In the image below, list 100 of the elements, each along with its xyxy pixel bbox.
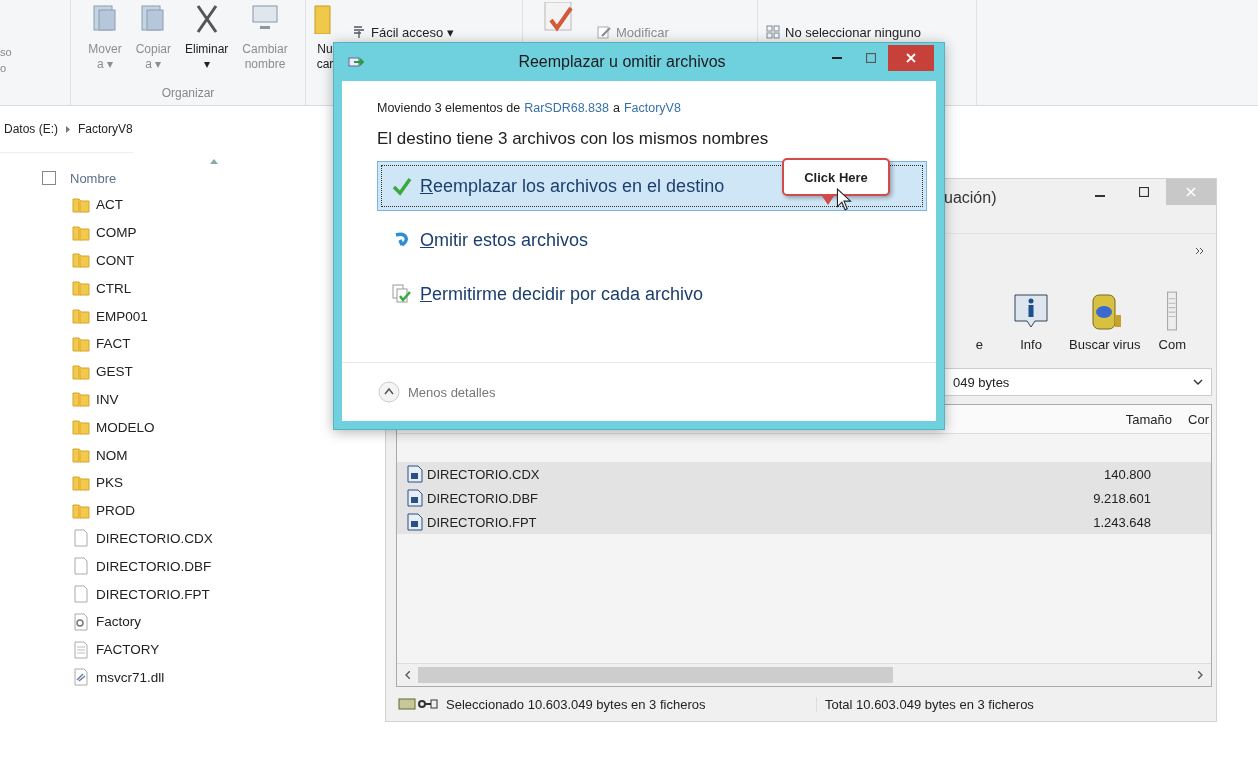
archive-row[interactable]: DIRECTORIO.FPT 1.243.648 bbox=[397, 510, 1211, 534]
file-icon bbox=[407, 513, 423, 531]
file-item[interactable]: GEST bbox=[42, 357, 133, 386]
files-check-icon bbox=[392, 284, 412, 304]
drive-key-icon bbox=[398, 697, 438, 711]
gear-file-icon bbox=[72, 612, 90, 631]
dll-file-icon bbox=[72, 668, 90, 687]
dialog-subtitle: a bbox=[612, 101, 620, 115]
scroll-right-icon[interactable] bbox=[1198, 671, 1203, 679]
source-link[interactable]: RarSDR68.838 bbox=[524, 101, 609, 115]
pin-icon bbox=[352, 25, 366, 39]
archive-row[interactable]: DIRECTORIO.DBF 9.218.601 bbox=[397, 486, 1211, 510]
file-size: 1.243.648 bbox=[1093, 514, 1151, 530]
move-files-icon bbox=[348, 55, 364, 69]
more-icon[interactable] bbox=[1196, 248, 1204, 254]
dialog-heading: El destino tiene 3 archivos con los mismos nombres bbox=[377, 129, 770, 149]
select-all-checkbox[interactable] bbox=[42, 171, 56, 185]
file-item[interactable]: CTRL bbox=[42, 274, 132, 303]
folder-icon bbox=[72, 334, 90, 353]
file-icon bbox=[407, 465, 423, 483]
file-item[interactable]: EMP001 bbox=[42, 302, 148, 330]
dialog-title: Reemplazar u omitir archivos bbox=[517, 53, 727, 71]
ribbon-label: o bbox=[0, 62, 7, 74]
breadcrumb[interactable]: Datos (E:) bbox=[4, 122, 58, 136]
ribbon-label: so bbox=[0, 46, 12, 58]
dialog-subtitle: Moviendo 3 elementos de bbox=[377, 101, 521, 115]
folder-icon bbox=[72, 279, 90, 298]
column-header[interactable]: Cor bbox=[1188, 411, 1209, 427]
toolbar-button[interactable]: Com bbox=[1158, 291, 1186, 352]
maximize-icon bbox=[1139, 187, 1149, 197]
toolbar-button[interactable]: Buscar virus bbox=[1069, 291, 1141, 352]
file-icon bbox=[407, 489, 423, 507]
file-item[interactable]: DIRECTORIO.DBF bbox=[42, 552, 212, 581]
window-title: uación) bbox=[944, 189, 997, 207]
file-icon bbox=[72, 585, 90, 604]
file-item[interactable]: ACT bbox=[42, 191, 123, 219]
status-text: Total 10.603.049 bytes en 3 ficheros bbox=[825, 696, 1034, 712]
option-button[interactable]: Omitir estos archivos bbox=[377, 215, 927, 265]
group-label: Organizar bbox=[161, 86, 215, 100]
folder-icon bbox=[72, 195, 90, 214]
ribbon-button[interactable]: Fácil acceso ▾ bbox=[352, 22, 454, 42]
click-here-callout: Click Here bbox=[782, 158, 892, 206]
toolbar-button[interactable]: e bbox=[975, 337, 983, 352]
column-header[interactable]: Tamaño bbox=[1125, 411, 1173, 427]
folder-icon bbox=[72, 362, 90, 381]
file-name: DIRECTORIO.FPT bbox=[427, 514, 538, 530]
file-item[interactable]: FACTORY bbox=[42, 635, 160, 664]
folder-icon bbox=[72, 418, 90, 437]
toolbar-button[interactable]: Info bbox=[1011, 291, 1051, 352]
scroll-left-icon[interactable] bbox=[405, 671, 410, 679]
close-button[interactable] bbox=[888, 45, 934, 71]
breadcrumb[interactable]: FactoryV8 bbox=[78, 122, 133, 136]
ribbon-button[interactable]: Eliminar ▾ bbox=[181, 0, 233, 74]
maximize-icon bbox=[866, 53, 876, 63]
pencil-icon bbox=[597, 25, 611, 39]
file-item[interactable]: PROD bbox=[42, 496, 135, 525]
details-toggle[interactable]: Menos detalles bbox=[378, 381, 496, 403]
file-icon bbox=[72, 640, 90, 659]
file-item[interactable]: msvcr71.dll bbox=[42, 663, 165, 692]
folder-icon bbox=[72, 307, 90, 326]
file-item[interactable]: MODELO bbox=[42, 413, 155, 442]
folder-icon bbox=[72, 501, 90, 520]
minimize-icon bbox=[1095, 194, 1105, 197]
archive-row[interactable]: DIRECTORIO.CDX 140.800 bbox=[397, 462, 1211, 486]
sort-caret-icon bbox=[210, 159, 218, 164]
folder-icon bbox=[72, 390, 90, 409]
column-header[interactable]: Nombre bbox=[70, 170, 117, 186]
file-item[interactable]: FACT bbox=[42, 330, 131, 358]
grid-icon bbox=[766, 25, 780, 39]
file-item[interactable]: COMP bbox=[42, 218, 137, 247]
mouse-cursor-icon bbox=[836, 188, 852, 212]
option-button[interactable]: Permitirme decidir por cada archivo bbox=[377, 269, 927, 319]
file-item[interactable]: DIRECTORIO.FPT bbox=[42, 580, 210, 608]
file-item[interactable]: INV bbox=[42, 385, 119, 414]
chevron-icon bbox=[66, 125, 70, 133]
file-icon bbox=[72, 557, 90, 576]
destination-link[interactable]: FactoryV8 bbox=[623, 101, 681, 115]
checkmark-icon bbox=[392, 176, 412, 196]
file-item[interactable]: NOM bbox=[42, 441, 128, 469]
file-icon bbox=[72, 529, 90, 548]
new-folder-button[interactable]: Nu car bbox=[306, 0, 344, 74]
address-bar[interactable]: Datos (E:) FactoryV8 bbox=[0, 106, 133, 153]
file-size: 9.218.601 bbox=[1093, 490, 1151, 506]
file-item[interactable]: Factory bbox=[42, 607, 141, 636]
folder-icon bbox=[72, 446, 90, 465]
minimize-icon bbox=[832, 57, 842, 59]
document-icon bbox=[1166, 291, 1179, 331]
folder-icon bbox=[72, 473, 90, 492]
file-name: DIRECTORIO.CDX bbox=[427, 466, 541, 482]
file-name: DIRECTORIO.DBF bbox=[427, 490, 539, 506]
file-item[interactable]: PKS bbox=[42, 468, 123, 497]
close-icon bbox=[906, 53, 916, 63]
close-icon bbox=[1186, 187, 1196, 197]
collapse-icon bbox=[378, 381, 400, 403]
status-text: Seleccionado 10.603.049 bytes en 3 ficheros bbox=[446, 696, 817, 712]
horizontal-scrollbar[interactable] bbox=[397, 663, 1211, 686]
folder-icon bbox=[72, 251, 90, 270]
file-item[interactable]: CONT bbox=[42, 246, 135, 275]
ribbon-button[interactable]: No seleccionar ninguno bbox=[766, 22, 921, 42]
file-item[interactable]: DIRECTORIO.CDX bbox=[42, 524, 213, 553]
